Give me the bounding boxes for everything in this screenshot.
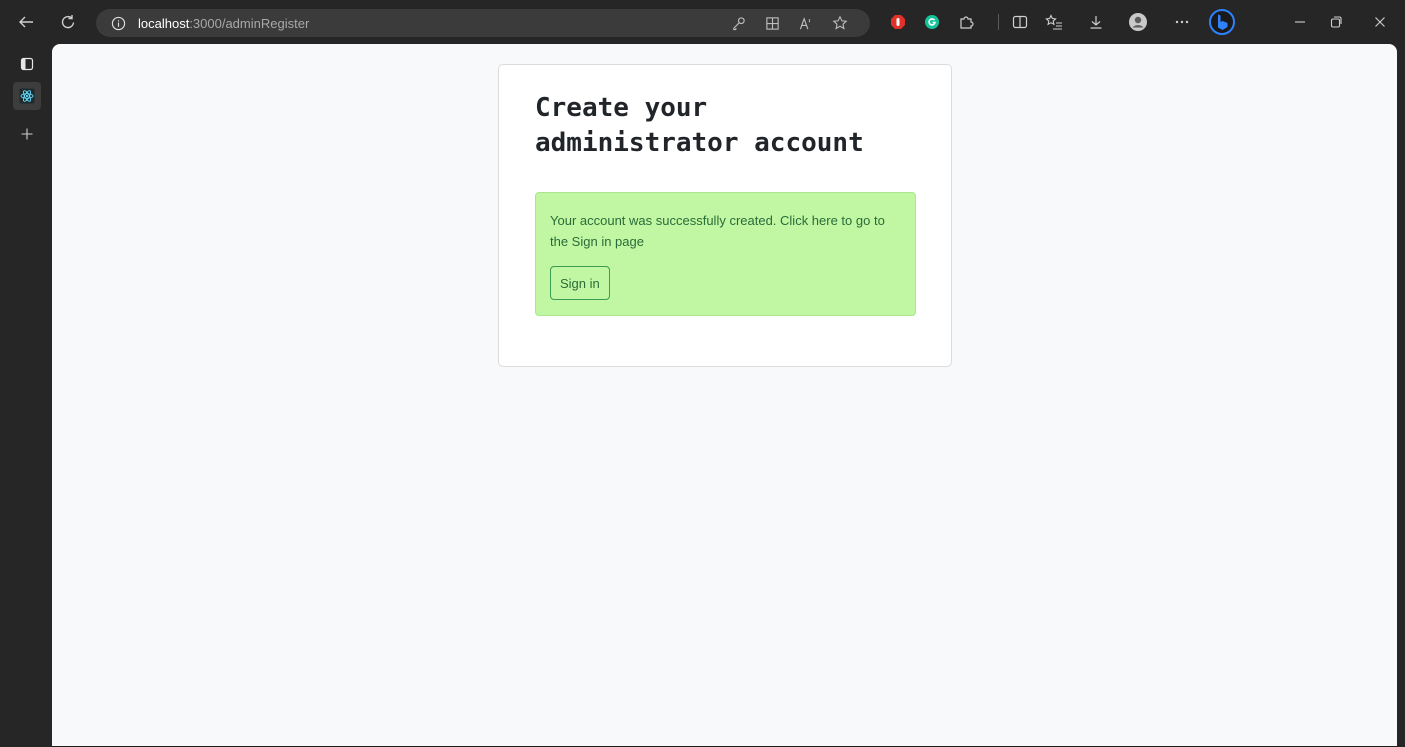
sign-in-button[interactable]: Sign in (550, 266, 610, 300)
adblock-extension-icon[interactable] (888, 12, 908, 32)
grammarly-extension-icon[interactable] (922, 12, 942, 32)
more-options-icon[interactable] (1172, 12, 1192, 32)
apps-grid-icon[interactable] (764, 15, 780, 31)
react-tab-icon[interactable] (13, 82, 41, 110)
page-title-line1: Create your (535, 93, 708, 123)
info-icon[interactable] (110, 15, 126, 31)
minimize-icon[interactable] (1290, 12, 1310, 32)
back-icon[interactable] (14, 10, 38, 34)
restore-icon[interactable] (1326, 12, 1346, 32)
browser-toolbar: localhost:3000/adminRegister (0, 0, 1405, 44)
bing-copilot-icon[interactable] (1208, 8, 1236, 36)
split-screen-icon[interactable] (1010, 12, 1030, 32)
profile-avatar-icon[interactable] (1128, 12, 1148, 32)
address-path: :3000/adminRegister (189, 15, 310, 31)
address-bar[interactable]: localhost:3000/adminRegister (96, 9, 870, 37)
refresh-icon[interactable] (56, 10, 80, 34)
address-url[interactable]: localhost:3000/adminRegister (138, 16, 309, 31)
register-card: Create your administrator account Your a… (498, 64, 952, 367)
extensions-puzzle-icon[interactable] (956, 12, 976, 32)
browser-window: localhost:3000/adminRegister Create your… (0, 0, 1405, 747)
page-title-line2: administrator account (535, 128, 864, 158)
success-alert: Your account was successfully created. C… (535, 192, 916, 316)
favorite-star-icon[interactable] (832, 15, 848, 31)
key-icon[interactable] (730, 15, 746, 31)
read-aloud-icon[interactable] (798, 15, 814, 31)
success-message: Your account was successfully created. C… (550, 213, 885, 249)
downloads-icon[interactable] (1086, 12, 1106, 32)
address-host: localhost (138, 15, 190, 31)
page-title: Create your administrator account (535, 91, 935, 161)
favorites-list-icon[interactable] (1044, 12, 1064, 32)
page-viewport: Create your administrator account Your a… (52, 44, 1397, 746)
new-tab-plus-icon[interactable] (13, 120, 41, 148)
tab-actions-icon[interactable] (13, 50, 41, 78)
vertical-tab-rail (0, 44, 52, 747)
toolbar-separator (998, 14, 999, 30)
close-icon[interactable] (1370, 12, 1390, 32)
